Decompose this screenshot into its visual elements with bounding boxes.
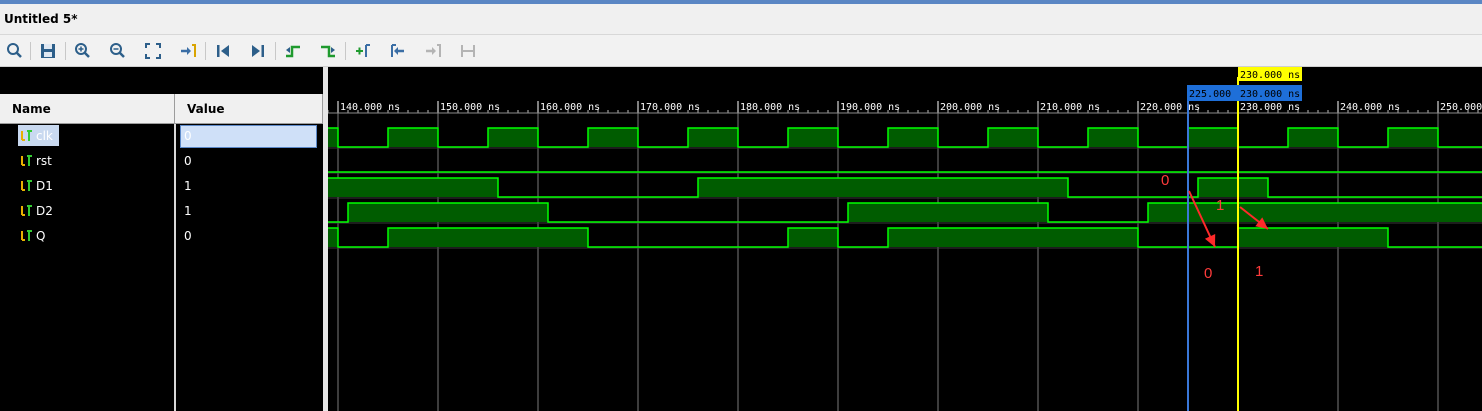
high-level-fill xyxy=(328,128,338,147)
signal-row-q[interactable]: Q0 xyxy=(0,224,323,248)
signal-name: D2 xyxy=(36,204,53,218)
go-to-cursor-icon[interactable] xyxy=(178,41,198,61)
title-bar: Untitled 5* xyxy=(0,4,1482,35)
ruler-tick-label: 250.000 ns xyxy=(1440,102,1482,113)
secondary-cursor-label: 225.000 xyxy=(1189,89,1231,100)
high-level-fill xyxy=(1388,128,1438,147)
signal-table-header: Name Value xyxy=(0,94,323,124)
high-level-fill xyxy=(588,128,638,147)
next-transition-icon[interactable] xyxy=(318,41,338,61)
signal-value: 1 xyxy=(184,204,192,218)
high-level-fill xyxy=(1238,228,1388,247)
waveform-traces xyxy=(328,127,1482,249)
high-level-fill xyxy=(788,228,838,247)
signal-value: 0 xyxy=(184,229,192,243)
ruler-tick-label: 200.000 ns xyxy=(940,102,1000,113)
search-icon[interactable] xyxy=(5,41,25,61)
high-level-fill xyxy=(698,178,1068,197)
toolbar-separator xyxy=(30,42,31,60)
previous-transition-icon[interactable] xyxy=(283,41,303,61)
high-level-fill xyxy=(388,228,588,247)
high-level-fill xyxy=(988,128,1038,147)
ruler-tick-label: 180.000 ns xyxy=(740,102,800,113)
ruler-tick-label: 140.000 ns xyxy=(340,102,400,113)
save-icon[interactable] xyxy=(38,41,58,61)
signal-bit-icon xyxy=(21,130,32,141)
toolbar xyxy=(0,35,1482,67)
signal-row-clk[interactable]: clk 0 xyxy=(0,124,323,148)
ruler-tick-label: 230.000 ns xyxy=(1240,102,1300,113)
high-level-fill xyxy=(888,128,938,147)
signal-row-d1[interactable]: D1 1 xyxy=(0,174,323,198)
signal-value: 1 xyxy=(184,179,192,193)
ruler-tick-label: 220.000 ns xyxy=(1140,102,1200,113)
high-level-fill xyxy=(1288,128,1338,147)
toolbar-separator xyxy=(65,42,66,60)
high-level-fill xyxy=(788,128,838,147)
signal-bit-icon xyxy=(21,180,32,191)
main-cursor-label: 230.000 ns xyxy=(1240,70,1300,81)
ruler-tick-label: 190.000 ns xyxy=(840,102,900,113)
ruler-tick-label: 210.000 ns xyxy=(1040,102,1100,113)
toolbar-separator xyxy=(345,42,346,60)
high-level-fill xyxy=(488,128,538,147)
toolbar-separator xyxy=(205,42,206,60)
signal-bit-icon xyxy=(21,230,32,241)
go-to-time-zero-icon[interactable] xyxy=(213,41,233,61)
value-column-header[interactable]: Value xyxy=(175,94,323,124)
high-level-fill xyxy=(1198,178,1268,197)
annotation-label: 1 xyxy=(1216,197,1224,214)
ruler-tick-label: 170.000 ns xyxy=(640,102,700,113)
signal-value: 0 xyxy=(184,129,192,143)
annotation-label: 0 xyxy=(1161,172,1169,189)
zoom-out-icon[interactable] xyxy=(108,41,128,61)
go-to-last-time-icon[interactable] xyxy=(248,41,268,61)
add-marker-icon[interactable] xyxy=(353,41,373,61)
signal-bit-icon xyxy=(21,205,32,216)
value-column-label: Value xyxy=(187,102,225,116)
toolbar-separator xyxy=(275,42,276,60)
high-level-fill xyxy=(1188,128,1238,147)
high-level-fill xyxy=(348,203,548,222)
zoom-fit-icon[interactable] xyxy=(143,41,163,61)
cursor-delta-readout: 230.000 ns xyxy=(1240,89,1300,100)
zoom-in-icon[interactable] xyxy=(73,41,93,61)
high-level-fill xyxy=(328,228,338,247)
name-column-label: Name xyxy=(12,102,51,116)
waveform-viewer[interactable]: 140.000 ns 150.000 ns 160.000 ns 170.000 ns… xyxy=(328,67,1482,411)
signal-row-d2[interactable]: D2 1 xyxy=(0,199,323,223)
previous-marker-icon[interactable] xyxy=(388,41,408,61)
next-marker-icon xyxy=(423,41,443,61)
signal-name: rst xyxy=(36,154,52,168)
name-column-header[interactable]: Name xyxy=(0,94,175,124)
signal-value: 0 xyxy=(184,154,192,168)
window-title: Untitled 5* xyxy=(4,12,78,26)
signal-row-rst[interactable]: rst 0 xyxy=(0,149,323,173)
swap-cursors-icon xyxy=(458,41,478,61)
signal-bit-icon xyxy=(21,155,32,166)
high-level-fill xyxy=(1088,128,1138,147)
high-level-fill xyxy=(388,128,438,147)
ruler-tick-label: 160.000 ns xyxy=(540,102,600,113)
annotation-label: 1 xyxy=(1255,263,1263,280)
high-level-fill xyxy=(888,228,1138,247)
signal-name: Q xyxy=(36,229,46,243)
ruler-tick-label: 150.000 ns xyxy=(440,102,500,113)
signal-name: D1 xyxy=(36,179,53,193)
high-level-fill xyxy=(848,203,1048,222)
high-level-fill xyxy=(328,178,498,197)
signal-name: clk xyxy=(36,129,53,143)
time-ruler[interactable]: 140.000 ns 150.000 ns 160.000 ns 170.000 ns… xyxy=(328,101,1482,114)
ruler-tick-label: 240.000 ns xyxy=(1340,102,1400,113)
high-level-fill xyxy=(688,128,738,147)
annotation-label: 0 xyxy=(1204,265,1212,282)
